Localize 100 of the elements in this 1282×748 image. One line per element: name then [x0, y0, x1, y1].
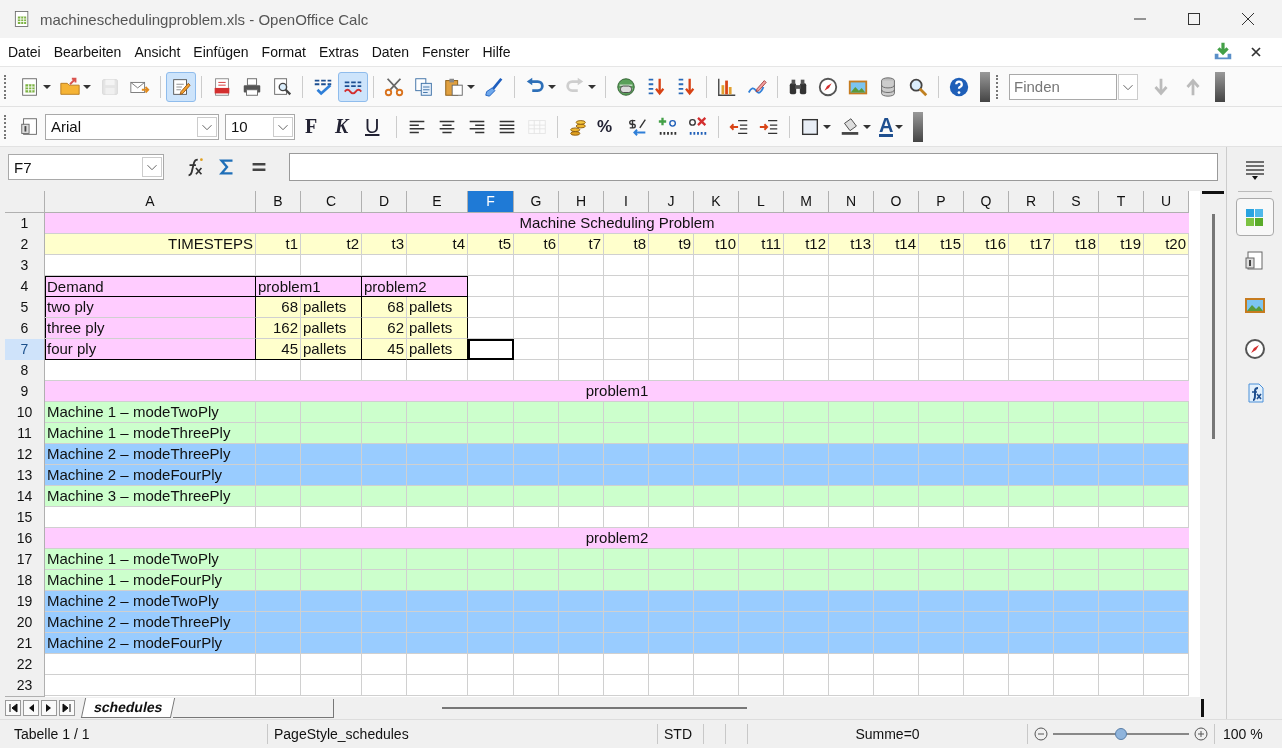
- zoom-in-icon[interactable]: [1194, 727, 1208, 741]
- row-header[interactable]: 23: [5, 675, 45, 697]
- row-header[interactable]: 16: [5, 528, 45, 550]
- menu-item[interactable]: Ansicht: [134, 44, 181, 60]
- table-cell: pallets: [407, 297, 468, 318]
- row-header[interactable]: 17: [5, 549, 45, 571]
- previous-sheet-icon[interactable]: [23, 700, 39, 716]
- row-header[interactable]: 15: [5, 507, 45, 529]
- column-header[interactable]: B: [256, 191, 301, 213]
- toolbar-button[interactable]: [338, 71, 368, 102]
- toolbar-overflow-button[interactable]: [1215, 71, 1225, 102]
- column-header[interactable]: H: [559, 191, 604, 213]
- column-header[interactable]: K: [694, 191, 739, 213]
- empty-cell: [514, 654, 559, 675]
- menu-item[interactable]: Datei: [8, 44, 41, 60]
- toolbar-button[interactable]: F: [301, 111, 331, 142]
- row-header[interactable]: 14: [5, 486, 45, 508]
- row-header[interactable]: 11: [5, 423, 45, 445]
- empty-cell: [604, 654, 649, 675]
- empty-cell: [739, 675, 784, 696]
- empty-cell: [784, 675, 829, 696]
- empty-cell: [1144, 654, 1189, 675]
- column-header[interactable]: E: [407, 191, 468, 213]
- row-header[interactable]: 3: [5, 255, 45, 277]
- menu-item[interactable]: Format: [261, 44, 306, 60]
- row-header[interactable]: 1: [5, 213, 45, 235]
- row-header[interactable]: 7: [5, 339, 45, 361]
- table-cell: t12: [784, 234, 829, 255]
- toolbar-button[interactable]: %: [593, 111, 623, 142]
- menu-item[interactable]: Fenster: [422, 44, 470, 60]
- empty-cell: [694, 318, 739, 339]
- menu-item[interactable]: Einfügen: [193, 44, 249, 60]
- formula-input[interactable]: [289, 153, 1218, 181]
- font-name-field[interactable]: Arial: [45, 113, 219, 140]
- column-header[interactable]: A: [45, 191, 256, 213]
- folder-icon: [59, 75, 81, 98]
- empty-cell: [1054, 654, 1099, 675]
- name-box[interactable]: F7: [8, 154, 164, 180]
- column-header[interactable]: L: [739, 191, 784, 213]
- empty-cell: [784, 255, 829, 276]
- row-header[interactable]: 20: [5, 612, 45, 634]
- row-header[interactable]: 8: [5, 360, 45, 382]
- column-header[interactable]: O: [874, 191, 919, 213]
- menu-item[interactable]: Extras: [318, 44, 359, 60]
- column-header[interactable]: S: [1054, 191, 1099, 213]
- empty-cell: [1099, 255, 1144, 276]
- table-cell: 45: [256, 339, 301, 360]
- column-header[interactable]: U: [1144, 191, 1189, 213]
- window-title: machineschedulingproblem.xls - OpenOffice Calc: [40, 10, 369, 28]
- toolbar-overflow-button[interactable]: [913, 111, 924, 142]
- toolbar-button[interactable]: K: [331, 111, 361, 142]
- sheet-tab[interactable]: schedules: [80, 698, 176, 718]
- empty-cell: [514, 339, 559, 360]
- row-header[interactable]: 10: [5, 402, 45, 424]
- row-header[interactable]: 5: [5, 297, 45, 319]
- toolbar-button[interactable]: U: [361, 111, 391, 142]
- menu-item[interactable]: Hilfe: [482, 44, 511, 60]
- column-header[interactable]: T: [1099, 191, 1144, 213]
- empty-cell: [1054, 297, 1099, 318]
- column-header[interactable]: M: [784, 191, 829, 213]
- row-header[interactable]: 2: [5, 234, 45, 256]
- empty-cell: [919, 675, 964, 696]
- last-sheet-icon[interactable]: [59, 700, 75, 716]
- column-header[interactable]: F: [468, 191, 514, 213]
- column-header[interactable]: G: [514, 191, 559, 213]
- table-cell: t4: [407, 234, 468, 255]
- menu-item[interactable]: Bearbeiten: [53, 44, 122, 60]
- cell-cursor[interactable]: [468, 339, 514, 360]
- column-header[interactable]: C: [301, 191, 362, 213]
- copy-icon: [413, 75, 435, 98]
- column-header[interactable]: Q: [964, 191, 1009, 213]
- row-header[interactable]: 9: [5, 381, 45, 403]
- empty-cell: [362, 654, 407, 675]
- column-header[interactable]: N: [829, 191, 874, 213]
- row-header[interactable]: 18: [5, 570, 45, 592]
- column-header[interactable]: D: [362, 191, 407, 213]
- empty-cell: [964, 276, 1009, 297]
- first-sheet-icon[interactable]: [5, 700, 21, 716]
- row-header[interactable]: 6: [5, 318, 45, 340]
- row-header[interactable]: 13: [5, 465, 45, 487]
- column-header[interactable]: R: [1009, 191, 1054, 213]
- zoom-out-icon[interactable]: [1034, 727, 1048, 741]
- next-sheet-icon[interactable]: [41, 700, 57, 716]
- row-header[interactable]: 12: [5, 444, 45, 466]
- column-header[interactable]: I: [604, 191, 649, 213]
- row-header[interactable]: 21: [5, 633, 45, 655]
- find-field[interactable]: Finden: [1009, 73, 1117, 100]
- row-header[interactable]: 22: [5, 654, 45, 676]
- slider-thumb[interactable]: [1115, 728, 1127, 740]
- row-header[interactable]: 4: [5, 276, 45, 298]
- toolbar-button[interactable]: A: [875, 111, 908, 142]
- empty-cell: [874, 297, 919, 318]
- help-icon: [948, 75, 970, 98]
- column-header[interactable]: J: [649, 191, 694, 213]
- row-header[interactable]: 19: [5, 591, 45, 613]
- font-size-field[interactable]: 10: [225, 113, 295, 140]
- toolbar-overflow-button[interactable]: [980, 71, 990, 102]
- menu-item[interactable]: Daten: [371, 44, 409, 60]
- column-header[interactable]: P: [919, 191, 964, 213]
- empty-cell: [694, 297, 739, 318]
